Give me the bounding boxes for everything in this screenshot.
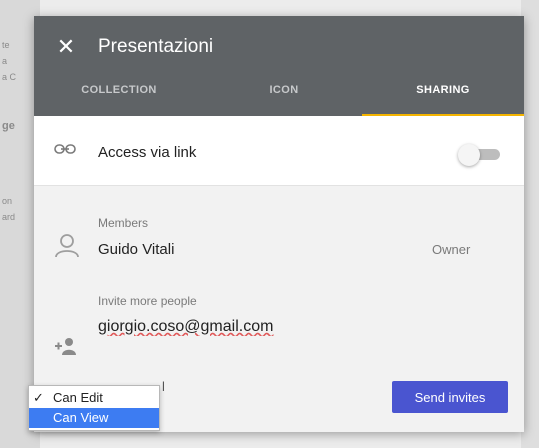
members-label: Members <box>98 216 149 230</box>
toggle-knob <box>458 144 480 166</box>
invite-email-input[interactable] <box>98 314 478 340</box>
dialog-header: ✕ Presentazioni COLLECTION ICON SHARING <box>34 16 524 116</box>
add-person-icon <box>55 338 76 355</box>
background-text: a <box>2 56 8 66</box>
link-access-row: Access via link <box>34 116 524 186</box>
option-label: Can View <box>53 410 109 425</box>
close-icon[interactable]: ✕ <box>54 35 78 59</box>
background-text: ge <box>2 120 15 132</box>
member-name: Guido Vitali <box>98 241 175 258</box>
background-text: on <box>2 196 13 206</box>
link-icon <box>54 144 76 154</box>
check-icon: ✓ <box>33 390 44 405</box>
option-label: Can Edit <box>53 390 103 405</box>
member-role: Owner <box>432 242 471 257</box>
background-text: a C <box>2 72 17 82</box>
background-text: ard <box>2 212 16 222</box>
link-access-toggle[interactable] <box>458 144 502 166</box>
tab-collection[interactable]: COLLECTION <box>34 76 204 116</box>
sharing-dialog: ✕ Presentazioni COLLECTION ICON SHARING … <box>34 16 524 432</box>
tab-bar: COLLECTION ICON SHARING <box>34 76 524 116</box>
option-can-view[interactable]: Can View <box>29 408 159 428</box>
dialog-title: Presentazioni <box>98 36 214 57</box>
tab-sharing[interactable]: SHARING <box>362 76 524 116</box>
link-access-label: Access via link <box>98 144 197 161</box>
send-invites-button[interactable]: Send invites <box>392 381 508 413</box>
background-text: te <box>2 40 10 50</box>
invite-label: Invite more people <box>98 294 197 308</box>
avatar-icon <box>55 234 79 258</box>
option-can-edit[interactable]: ✓ Can Edit <box>29 388 159 408</box>
permission-select-fragment: l <box>162 379 165 394</box>
tab-icon[interactable]: ICON <box>204 76 364 116</box>
permission-dropdown: ✓ Can Edit Can View <box>28 385 160 431</box>
